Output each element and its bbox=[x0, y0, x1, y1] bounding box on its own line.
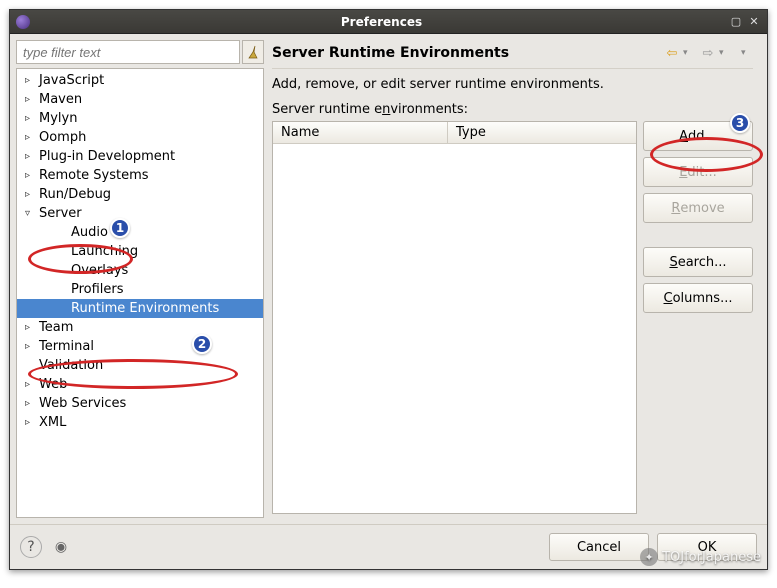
caret-right-icon[interactable]: ▹ bbox=[25, 75, 35, 86]
tree-item-label: Mylyn bbox=[39, 111, 77, 126]
tree-item-label: Runtime Environments bbox=[71, 301, 219, 316]
columns-button[interactable]: Columns... bbox=[643, 283, 753, 313]
tree-item-label: Team bbox=[39, 320, 73, 335]
caret-right-icon[interactable]: ▹ bbox=[25, 379, 35, 390]
tree-item-run-debug[interactable]: ▹ Run/Debug bbox=[17, 185, 263, 204]
tree-item-label: Web Services bbox=[39, 396, 126, 411]
page-title: Server Runtime Environments bbox=[272, 45, 659, 61]
caret-right-icon[interactable]: ▹ bbox=[25, 113, 35, 124]
clear-filter-button[interactable] bbox=[242, 40, 264, 64]
help-icon[interactable]: ? bbox=[20, 536, 42, 558]
nav-back-icon[interactable]: ⇦ bbox=[663, 44, 681, 62]
tree-item-server[interactable]: ▿ Server bbox=[17, 204, 263, 223]
tree-item-javascript[interactable]: ▹ JavaScript bbox=[17, 71, 263, 90]
tree-item-label: Run/Debug bbox=[39, 187, 111, 202]
left-pane: ▹ JavaScript ▹ Maven ▹ Mylyn ▹ Oomph ▹ Plug-in De… bbox=[16, 40, 264, 518]
caret-right-icon[interactable]: ▹ bbox=[25, 398, 35, 409]
tree-item-remote-systems[interactable]: ▹ Remote Systems bbox=[17, 166, 263, 185]
edit-button: Edit... bbox=[643, 157, 753, 187]
titlebar: Preferences ▢ ✕ bbox=[10, 10, 767, 34]
table-header: Name Type bbox=[273, 122, 636, 144]
app-icon bbox=[16, 15, 30, 29]
caret-right-icon[interactable]: ▹ bbox=[25, 94, 35, 105]
right-pane: Server Runtime Environments ⇦ ▾ ⇨ ▾ ▾ Ad… bbox=[268, 40, 761, 518]
window-title: Preferences bbox=[38, 15, 725, 29]
tree-item-label: XML bbox=[39, 415, 66, 430]
tree-item-plug-in-development[interactable]: ▹ Plug-in Development bbox=[17, 147, 263, 166]
tree-item-runtime-environments[interactable]: ▹Runtime Environments bbox=[17, 299, 263, 318]
tree-item-label: Validation bbox=[39, 358, 103, 373]
tree-item-label: Web bbox=[39, 377, 67, 392]
tree-item-launching[interactable]: ▹Launching bbox=[17, 242, 263, 261]
footer: ? ◉ Cancel OK bbox=[10, 524, 767, 569]
remove-button: Remove bbox=[643, 193, 753, 223]
tree-item-mylyn[interactable]: ▹ Mylyn bbox=[17, 109, 263, 128]
maximize-icon[interactable]: ▢ bbox=[729, 15, 743, 29]
page-description: Add, remove, or edit server runtime envi… bbox=[272, 77, 753, 92]
tree-item-web[interactable]: ▹ Web bbox=[17, 375, 263, 394]
view-menu-icon[interactable]: ▾ bbox=[741, 48, 753, 58]
tree-item-profilers[interactable]: ▹Profilers bbox=[17, 280, 263, 299]
caret-right-icon[interactable]: ▹ bbox=[25, 322, 35, 333]
tree-item-overlays[interactable]: ▹Overlays bbox=[17, 261, 263, 280]
tree-item-label: Remote Systems bbox=[39, 168, 149, 183]
table-label: Server runtime environments: bbox=[272, 102, 753, 117]
column-name[interactable]: Name bbox=[273, 122, 448, 143]
table-body bbox=[273, 144, 636, 513]
category-tree[interactable]: ▹ JavaScript ▹ Maven ▹ Mylyn ▹ Oomph ▹ Plug-in De… bbox=[16, 68, 264, 518]
nav-forward-icon[interactable]: ⇨ bbox=[699, 44, 717, 62]
caret-right-icon[interactable]: ▹ bbox=[25, 417, 35, 428]
tree-item-label: Server bbox=[39, 206, 82, 221]
runtime-table[interactable]: Name Type bbox=[272, 121, 637, 514]
tree-item-label: Launching bbox=[71, 244, 138, 259]
tree-item-label: Overlays bbox=[71, 263, 128, 278]
caret-right-icon[interactable]: ▹ bbox=[25, 170, 35, 181]
cancel-button[interactable]: Cancel bbox=[549, 533, 649, 561]
tree-item-label: Maven bbox=[39, 92, 82, 107]
broom-icon bbox=[247, 45, 259, 59]
search-button[interactable]: Search... bbox=[643, 247, 753, 277]
nav-back-menu-icon[interactable]: ▾ bbox=[683, 48, 695, 58]
column-type[interactable]: Type bbox=[448, 122, 636, 143]
close-icon[interactable]: ✕ bbox=[747, 15, 761, 29]
import-export-icon[interactable]: ◉ bbox=[50, 536, 72, 558]
caret-down-icon[interactable]: ▿ bbox=[25, 208, 35, 219]
tree-item-web-services[interactable]: ▹ Web Services bbox=[17, 394, 263, 413]
tree-item-maven[interactable]: ▹ Maven bbox=[17, 90, 263, 109]
filter-input[interactable] bbox=[16, 40, 240, 64]
tree-item-label: JavaScript bbox=[39, 73, 104, 88]
tree-item-label: Audio bbox=[71, 225, 108, 240]
tree-item-oomph[interactable]: ▹ Oomph bbox=[17, 128, 263, 147]
tree-item-xml[interactable]: ▹ XML bbox=[17, 413, 263, 432]
tree-item-label: Plug-in Development bbox=[39, 149, 175, 164]
caret-right-icon[interactable]: ▹ bbox=[25, 132, 35, 143]
tree-item-terminal[interactable]: ▹ Terminal bbox=[17, 337, 263, 356]
nav-forward-menu-icon[interactable]: ▾ bbox=[719, 48, 731, 58]
tree-item-team[interactable]: ▹ Team bbox=[17, 318, 263, 337]
caret-right-icon[interactable]: ▹ bbox=[25, 189, 35, 200]
add-button[interactable]: Add... bbox=[643, 121, 753, 151]
ok-button[interactable]: OK bbox=[657, 533, 757, 561]
caret-right-icon[interactable]: ▹ bbox=[25, 151, 35, 162]
caret-right-icon[interactable]: ▹ bbox=[25, 341, 35, 352]
content-area: ▹ JavaScript ▹ Maven ▹ Mylyn ▹ Oomph ▹ Plug-in De… bbox=[10, 34, 767, 569]
preferences-window: Preferences ▢ ✕ ▹JavaScript▹Maven▹Mylyn▹… bbox=[9, 9, 768, 570]
tree-item-audio[interactable]: ▹Audio bbox=[17, 223, 263, 242]
tree-item-label: Terminal bbox=[39, 339, 94, 354]
tree-item-label: Profilers bbox=[71, 282, 124, 297]
tree-item-label: Oomph bbox=[39, 130, 86, 145]
tree-item-validation[interactable]: ▹Validation bbox=[17, 356, 263, 375]
